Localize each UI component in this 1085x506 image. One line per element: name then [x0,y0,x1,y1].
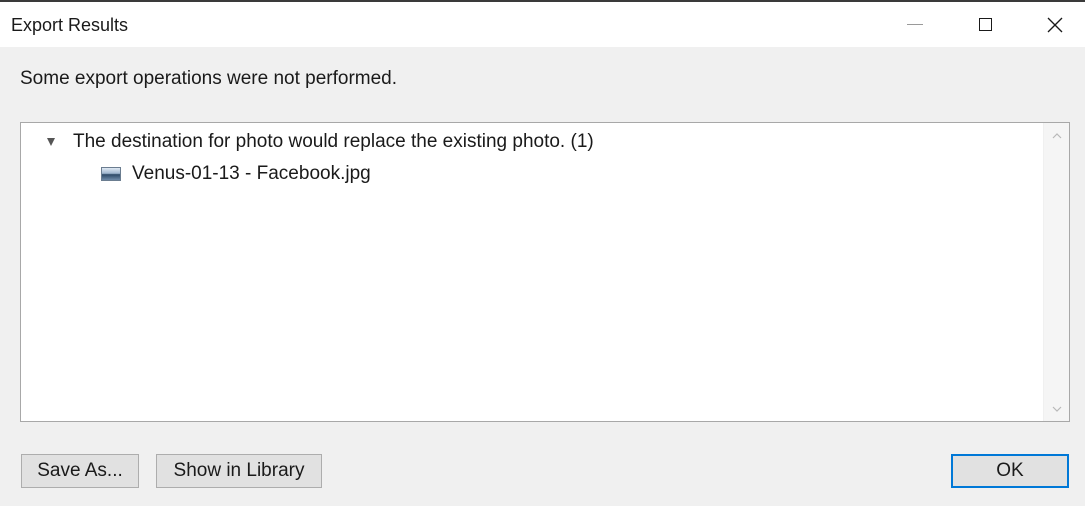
close-button[interactable] [1032,2,1078,47]
minimize-button[interactable] [892,2,938,47]
chevron-up-icon [1052,132,1061,138]
list-item[interactable]: Venus-01-13 - Facebook.jpg [101,159,371,189]
show-in-library-button[interactable]: Show in Library [156,454,322,488]
ok-button[interactable]: OK [951,454,1069,488]
scroll-down-button[interactable] [1044,396,1069,421]
results-list[interactable]: The destination for photo would replace … [20,122,1070,422]
status-message: Some export operations were not performe… [20,68,398,89]
result-group-label: The destination for photo would replace … [73,131,594,152]
chevron-down-icon [1052,406,1061,412]
save-as-button[interactable]: Save As... [21,454,139,488]
maximize-button[interactable] [962,2,1008,47]
title-bar[interactable]: Export Results [0,2,1085,47]
scroll-up-button[interactable] [1044,123,1069,148]
maximize-icon [978,18,992,31]
close-icon [1047,17,1063,32]
file-name: Venus-01-13 - Facebook.jpg [132,163,371,184]
window-title: Export Results [11,15,129,35]
photo-icon [101,167,121,181]
export-results-dialog: Export Results Some export operations we… [0,0,1085,506]
minimize-icon [907,24,923,25]
vertical-scrollbar[interactable] [1043,123,1069,421]
result-group-row[interactable]: The destination for photo would replace … [47,127,594,157]
expand-triangle-icon[interactable] [47,138,55,146]
